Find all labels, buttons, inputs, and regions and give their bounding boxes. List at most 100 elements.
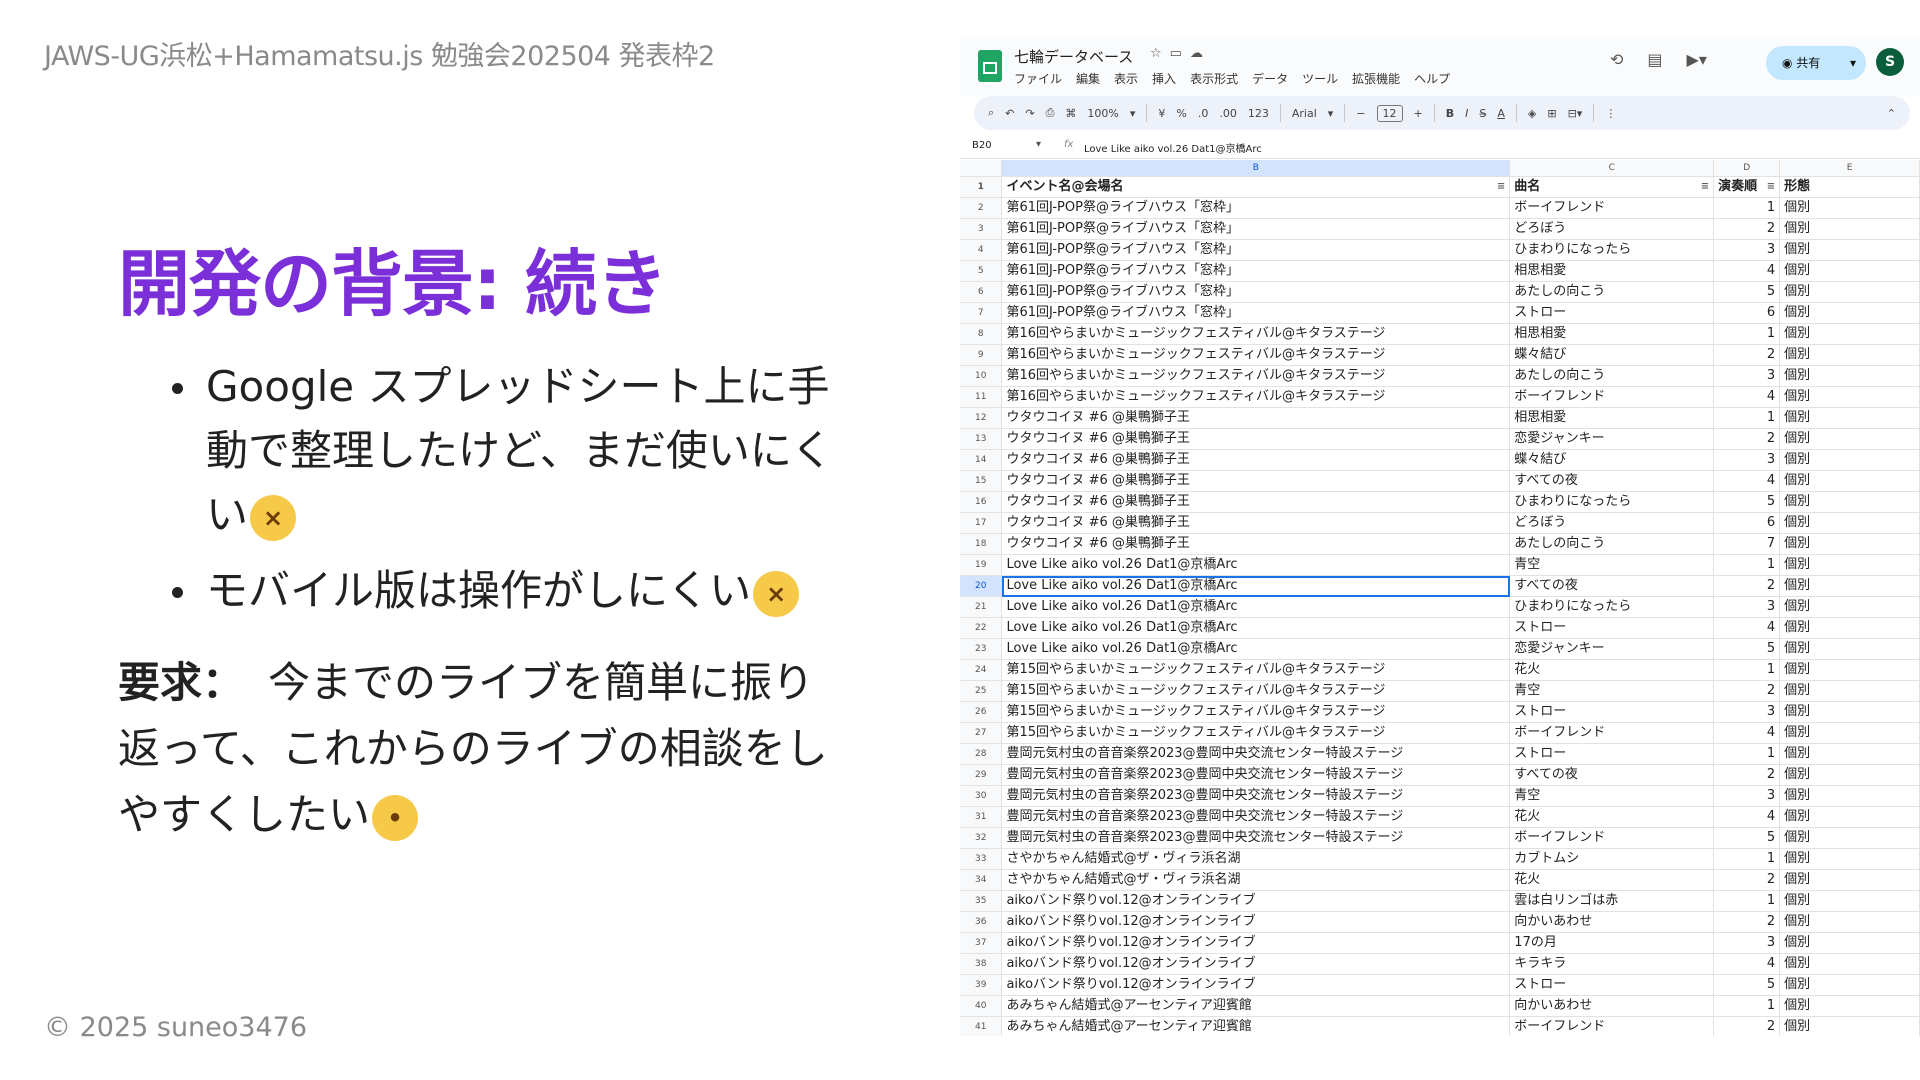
- cell-order[interactable]: 4: [1713, 617, 1781, 639]
- cell-event[interactable]: さやかちゃん結婚式@ザ・ヴィラ浜名湖: [1001, 869, 1511, 891]
- cell-order[interactable]: 1: [1713, 323, 1781, 345]
- cell-order[interactable]: 4: [1713, 260, 1781, 282]
- header-cell[interactable]: 演奏順 ≡: [1713, 176, 1781, 198]
- number-format-button[interactable]: 123: [1248, 107, 1269, 120]
- cell-event[interactable]: 第61回J-POP祭@ライブハウス「窓枠」: [1001, 239, 1511, 261]
- cell-event[interactable]: aikoバンド祭りvol.12@オンラインライブ: [1001, 953, 1511, 975]
- cell-order[interactable]: 2: [1713, 344, 1781, 366]
- cell-format[interactable]: 個別: [1779, 1016, 1920, 1036]
- name-box[interactable]: B20: [972, 140, 992, 151]
- cell-song[interactable]: ひまわりになったら: [1509, 491, 1715, 513]
- font-size-decrease-button[interactable]: −: [1356, 107, 1365, 120]
- cell-event[interactable]: Love Like aiko vol.26 Dat1@京橋Arc: [1001, 596, 1511, 618]
- cell-event[interactable]: 豊岡元気村虫の音音楽祭2023@豊岡中央交流センター特設ステージ: [1001, 806, 1511, 828]
- cell-order[interactable]: 2: [1713, 575, 1781, 597]
- cell-event[interactable]: aikoバンド祭りvol.12@オンラインライブ: [1001, 932, 1511, 954]
- cell-format[interactable]: 個別: [1779, 218, 1920, 240]
- cell-song[interactable]: ひまわりになったら: [1509, 239, 1715, 261]
- zoom-select[interactable]: 100%: [1087, 107, 1118, 120]
- row-number[interactable]: 22: [960, 617, 1003, 639]
- filter-icon[interactable]: ≡: [1497, 177, 1505, 197]
- cell-event[interactable]: aikoバンド祭りvol.12@オンラインライブ: [1001, 974, 1511, 996]
- cell-format[interactable]: 個別: [1779, 281, 1920, 303]
- italic-button[interactable]: I: [1465, 107, 1468, 120]
- cell-format[interactable]: 個別: [1779, 764, 1920, 786]
- cell-event[interactable]: ウタウコイヌ #6 @巣鴨獅子王: [1001, 512, 1511, 534]
- cell-song[interactable]: 青空: [1509, 554, 1715, 576]
- row-number[interactable]: 15: [960, 470, 1003, 492]
- star-icon[interactable]: ☆: [1150, 46, 1170, 61]
- row-number[interactable]: 41: [960, 1016, 1003, 1036]
- cell-order[interactable]: 4: [1713, 386, 1781, 408]
- cell-order[interactable]: 5: [1713, 491, 1781, 513]
- row-number[interactable]: 28: [960, 743, 1003, 765]
- cell-format[interactable]: 個別: [1779, 722, 1920, 744]
- cell-song[interactable]: 花火: [1509, 869, 1715, 891]
- cell-order[interactable]: 2: [1713, 218, 1781, 240]
- cell-format[interactable]: 個別: [1779, 260, 1920, 282]
- row-number[interactable]: 9: [960, 344, 1003, 366]
- cell-format[interactable]: 個別: [1779, 743, 1920, 765]
- cell-order[interactable]: 1: [1713, 995, 1781, 1017]
- row-number[interactable]: 25: [960, 680, 1003, 702]
- row-number[interactable]: 21: [960, 596, 1003, 618]
- redo-icon[interactable]: ↷: [1025, 107, 1034, 120]
- cell-order[interactable]: 3: [1713, 449, 1781, 471]
- cell-format[interactable]: 個別: [1779, 806, 1920, 828]
- cell-event[interactable]: 豊岡元気村虫の音音楽祭2023@豊岡中央交流センター特設ステージ: [1001, 785, 1511, 807]
- cell-order[interactable]: 2: [1713, 869, 1781, 891]
- borders-icon[interactable]: ⊞: [1547, 107, 1556, 120]
- row-number[interactable]: 35: [960, 890, 1003, 912]
- cell-song[interactable]: 相思相愛: [1509, 407, 1715, 429]
- chevron-down-icon[interactable]: ▾: [1036, 139, 1041, 150]
- row-number[interactable]: 13: [960, 428, 1003, 450]
- cell-order[interactable]: 1: [1713, 407, 1781, 429]
- cell-order[interactable]: 4: [1713, 806, 1781, 828]
- share-button[interactable]: ◉ 共有 ▾: [1766, 46, 1866, 80]
- row-number[interactable]: 14: [960, 449, 1003, 471]
- cell-format[interactable]: 個別: [1779, 428, 1920, 450]
- cell-song[interactable]: ストロー: [1509, 701, 1715, 723]
- column-header-b[interactable]: B: [1001, 160, 1511, 177]
- row-number[interactable]: 39: [960, 974, 1003, 996]
- paint-format-icon[interactable]: ⌘: [1065, 107, 1076, 120]
- cell-song[interactable]: あたしの向こう: [1509, 533, 1715, 555]
- cell-song[interactable]: ストロー: [1509, 617, 1715, 639]
- cell-order[interactable]: 6: [1713, 302, 1781, 324]
- menu-insert[interactable]: 挿入: [1152, 70, 1176, 87]
- decrease-decimal-button[interactable]: .0: [1198, 107, 1209, 120]
- cell-format[interactable]: 個別: [1779, 575, 1920, 597]
- cell-song[interactable]: あたしの向こう: [1509, 281, 1715, 303]
- row-number[interactable]: 11: [960, 386, 1003, 408]
- currency-button[interactable]: ¥: [1158, 107, 1165, 120]
- cell-format[interactable]: 個別: [1779, 344, 1920, 366]
- print-icon[interactable]: ⎙: [1046, 106, 1055, 120]
- header-cell[interactable]: 形態: [1779, 176, 1920, 198]
- header-cell[interactable]: 曲名 ≡: [1509, 176, 1715, 198]
- font-size-increase-button[interactable]: +: [1414, 107, 1423, 120]
- cell-order[interactable]: 3: [1713, 239, 1781, 261]
- merge-cells-icon[interactable]: ⊟▾: [1568, 107, 1583, 120]
- cell-song[interactable]: 恋愛ジャンキー: [1509, 638, 1715, 660]
- cell-song[interactable]: あたしの向こう: [1509, 365, 1715, 387]
- cell-order[interactable]: 3: [1713, 785, 1781, 807]
- cell-song[interactable]: 青空: [1509, 785, 1715, 807]
- cell-event[interactable]: 第16回やらまいかミュージックフェスティバル@キタラステージ: [1001, 386, 1511, 408]
- row-number[interactable]: 34: [960, 869, 1003, 891]
- cell-order[interactable]: 2: [1713, 680, 1781, 702]
- cell-format[interactable]: 個別: [1779, 680, 1920, 702]
- cell-song[interactable]: ボーイフレンド: [1509, 1016, 1715, 1036]
- cell-song[interactable]: 相思相愛: [1509, 323, 1715, 345]
- menu-tools[interactable]: ツール: [1302, 70, 1338, 87]
- document-title[interactable]: 七輪データベース: [1014, 46, 1133, 67]
- row-number[interactable]: 10: [960, 365, 1003, 387]
- cell-song[interactable]: どろぼう: [1509, 512, 1715, 534]
- cell-order[interactable]: 3: [1713, 596, 1781, 618]
- column-header-c[interactable]: C: [1509, 160, 1715, 177]
- cell-format[interactable]: 個別: [1779, 449, 1920, 471]
- row-number[interactable]: 33: [960, 848, 1003, 870]
- cell-event[interactable]: aikoバンド祭りvol.12@オンラインライブ: [1001, 890, 1511, 912]
- cell-song[interactable]: ストロー: [1509, 302, 1715, 324]
- row-number[interactable]: 5: [960, 260, 1003, 282]
- cell-event[interactable]: 第61回J-POP祭@ライブハウス「窓枠」: [1001, 197, 1511, 219]
